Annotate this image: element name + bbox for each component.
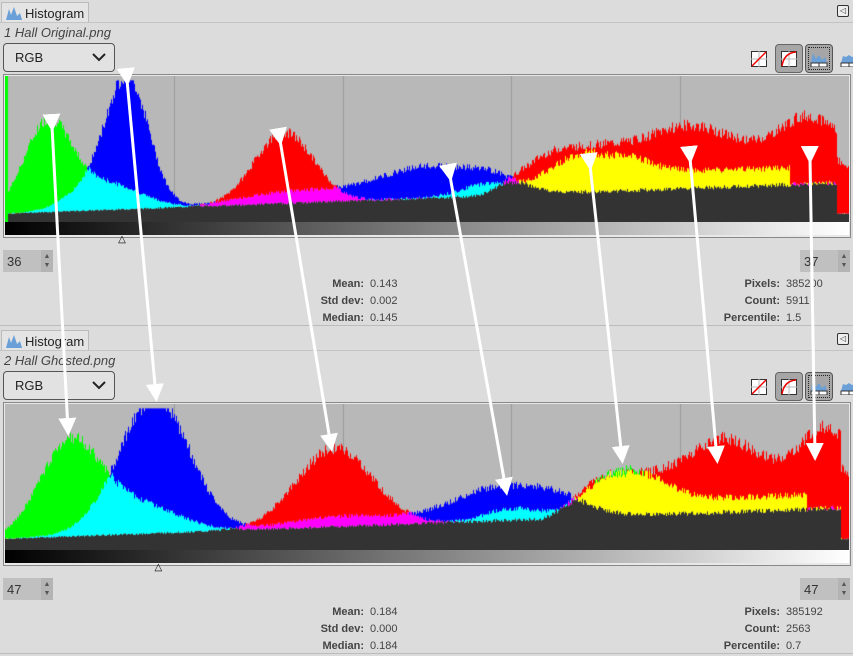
histogram-panel: Histogram ◁ 2 Hall Ghosted.png RGB △ 47 ▲… (0, 328, 853, 656)
range-marker[interactable]: △ (118, 235, 126, 245)
stat-value: 0.000 (370, 623, 398, 635)
stat-label: Pixels: (744, 606, 780, 618)
image-name: 1 Hall Original.png (4, 25, 111, 40)
spin-arrows-icon[interactable]: ▲ ▼ (838, 578, 850, 600)
tab-menu-icon[interactable]: ◁ (837, 333, 849, 345)
linear-histogram-button[interactable] (805, 372, 833, 401)
linear-scale-icon (751, 378, 767, 395)
histogram-chart (5, 404, 849, 550)
stat-label: Std dev: (320, 623, 364, 635)
logarithmic-histogram-icon (840, 382, 853, 395)
channel-select[interactable]: RGB (3, 43, 115, 72)
histogram-view[interactable]: △ (3, 74, 851, 245)
logarithmic-scale-button[interactable] (775, 372, 803, 401)
spin-arrows-icon[interactable]: ▲ ▼ (41, 250, 53, 272)
stat-value: 385200 (786, 278, 823, 290)
stat-label: Mean: (332, 278, 364, 290)
histogram-icon (6, 7, 22, 20)
logarithmic-histogram-button[interactable] (835, 44, 853, 73)
stat-label: Std dev: (320, 295, 364, 307)
stats-right: Pixels: 385200 Count: 5911 Percentile: 1.5 (710, 276, 823, 327)
stat-row: Count: 5911 (710, 293, 823, 310)
stat-value: 0.143 (370, 278, 398, 290)
stat-row: Count: 2563 (710, 621, 823, 638)
logarithmic-histogram-icon (840, 54, 853, 67)
chevron-down-icon (92, 381, 106, 390)
stat-row: Std dev: 0.000 (300, 621, 398, 638)
linear-scale-button[interactable] (745, 372, 773, 401)
stats-right: Pixels: 385192 Count: 2563 Percentile: 0.7 (710, 604, 823, 655)
stat-label: Count: (744, 295, 780, 307)
tab-menu-icon[interactable]: ◁ (837, 5, 849, 17)
stats-left: Mean: 0.143 Std dev: 0.002 Median: 0.145 (300, 276, 398, 327)
stat-row: Pixels: 385200 (710, 276, 823, 293)
histogram-panel: Histogram ◁ 1 Hall Original.png RGB △ 36… (0, 0, 853, 328)
stat-value: 2563 (786, 623, 811, 635)
spin-arrows-icon[interactable]: ▲ ▼ (838, 250, 850, 272)
stat-row: Mean: 0.143 (300, 276, 398, 293)
linear-scale-button[interactable] (745, 44, 773, 73)
stat-label: Pixels: (744, 278, 780, 290)
linear-histogram-button[interactable] (805, 44, 833, 73)
tab-histogram[interactable]: Histogram (1, 2, 90, 23)
channel-select[interactable]: RGB (3, 371, 115, 400)
stat-label: Count: (744, 623, 780, 635)
histogram-chart (5, 76, 849, 222)
range-start-value: 36 (7, 253, 22, 269)
stat-value: 0.184 (370, 606, 398, 618)
stat-row: Mean: 0.184 (300, 604, 398, 621)
range-end-value: 37 (804, 253, 819, 269)
image-name: 2 Hall Ghosted.png (4, 353, 116, 368)
range-start-spinbutton[interactable]: 36 ▲ ▼ (3, 250, 53, 272)
stat-row: Pixels: 385192 (710, 604, 823, 621)
range-end-spinbutton[interactable]: 47 ▲ ▼ (800, 578, 850, 600)
logarithmic-histogram-button[interactable] (835, 372, 853, 401)
channel-value: RGB (15, 378, 44, 393)
range-start-spinbutton[interactable]: 47 ▲ ▼ (3, 578, 53, 600)
histogram-icon (6, 335, 22, 348)
stat-label: Mean: (332, 606, 364, 618)
gradient-bar[interactable] (5, 222, 849, 235)
range-end-spinbutton[interactable]: 37 ▲ ▼ (800, 250, 850, 272)
chevron-down-icon (92, 53, 106, 62)
linear-scale-icon (751, 50, 767, 67)
stat-value: 5911 (786, 295, 810, 307)
range-start-value: 47 (7, 581, 22, 597)
range-end-value: 47 (804, 581, 819, 597)
stat-row: Std dev: 0.002 (300, 293, 398, 310)
logarithmic-scale-icon (781, 378, 797, 395)
logarithmic-scale-icon (781, 50, 797, 67)
linear-histogram-icon (810, 52, 828, 67)
gradient-bar[interactable] (5, 550, 849, 563)
stat-value: 385192 (786, 606, 823, 618)
linear-histogram-icon (810, 380, 828, 395)
histogram-view[interactable]: △ (3, 402, 851, 573)
tab-label: Histogram (25, 5, 85, 21)
stats-left: Mean: 0.184 Std dev: 0.000 Median: 0.184 (300, 604, 398, 655)
stat-value: 0.002 (370, 295, 398, 307)
logarithmic-scale-button[interactable] (775, 44, 803, 73)
spin-arrows-icon[interactable]: ▲ ▼ (41, 578, 53, 600)
tab-histogram[interactable]: Histogram (1, 330, 90, 351)
tab-label: Histogram (25, 333, 85, 349)
channel-value: RGB (15, 50, 44, 65)
range-marker[interactable]: △ (155, 563, 163, 573)
